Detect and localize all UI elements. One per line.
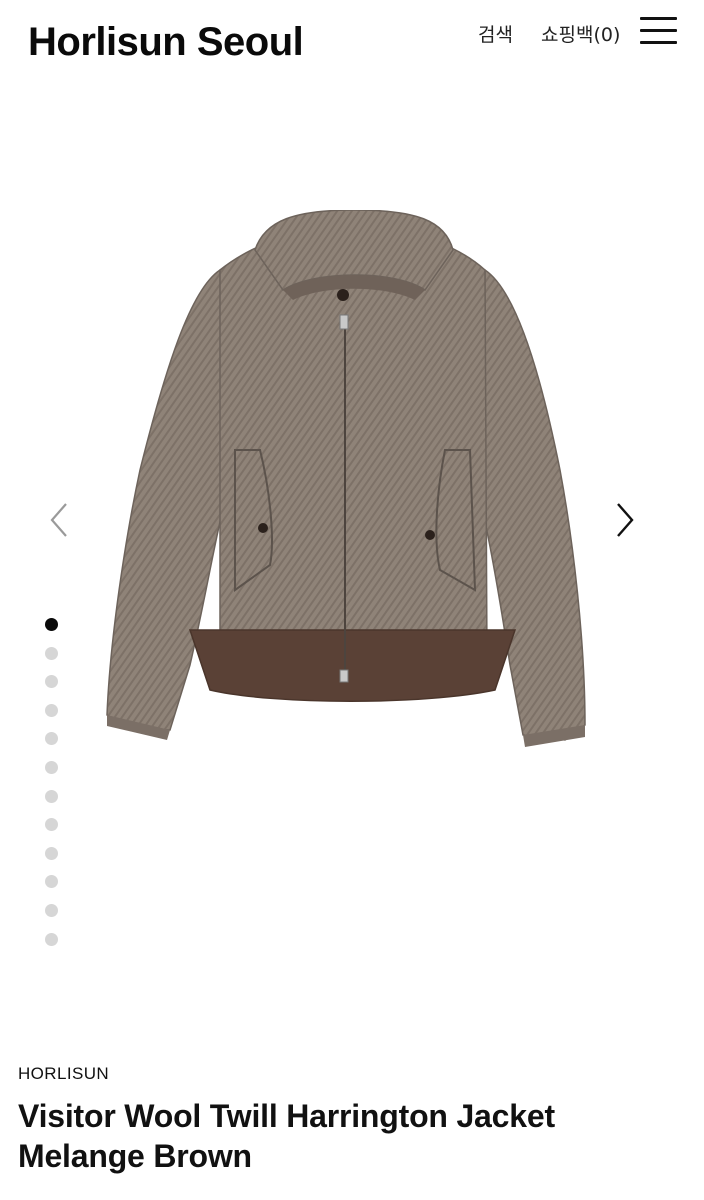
product-image[interactable] — [95, 210, 615, 770]
slide-dot-3[interactable] — [45, 675, 58, 689]
product-info: HORLISUN Visitor Wool Twill Harrington J… — [18, 1064, 688, 1176]
slide-dot-11[interactable] — [45, 903, 58, 917]
site-logo[interactable]: Horlisun Seoul — [28, 20, 304, 65]
product-gallery — [0, 90, 704, 990]
slide-dot-10[interactable] — [45, 875, 58, 889]
slide-dot-8[interactable] — [45, 818, 58, 832]
slide-indicator — [45, 618, 59, 961]
site-header: Horlisun Seoul 검색 쇼핑백(0) — [0, 0, 704, 90]
chevron-left-icon[interactable] — [46, 500, 76, 540]
hamburger-menu-icon[interactable] — [640, 17, 678, 45]
product-brand[interactable]: HORLISUN — [18, 1064, 688, 1084]
product-title-line-1: Visitor Wool Twill Harrington Jacket — [18, 1098, 555, 1134]
slide-dot-1[interactable] — [45, 618, 58, 631]
product-title-line-2: Melange Brown — [18, 1138, 252, 1174]
slide-dot-2[interactable] — [45, 646, 58, 660]
slide-dot-5[interactable] — [45, 732, 58, 746]
product-title: Visitor Wool Twill Harrington Jacket Mel… — [18, 1096, 688, 1176]
slide-dot-9[interactable] — [45, 846, 58, 860]
shopping-bag-link[interactable]: 쇼핑백(0) — [541, 20, 620, 47]
search-link[interactable]: 검색 — [478, 20, 513, 47]
slide-dot-6[interactable] — [45, 760, 58, 774]
slide-dot-7[interactable] — [45, 789, 58, 803]
slide-dot-4[interactable] — [45, 703, 58, 717]
slide-dot-12[interactable] — [45, 932, 58, 946]
chevron-right-icon[interactable] — [610, 500, 640, 540]
